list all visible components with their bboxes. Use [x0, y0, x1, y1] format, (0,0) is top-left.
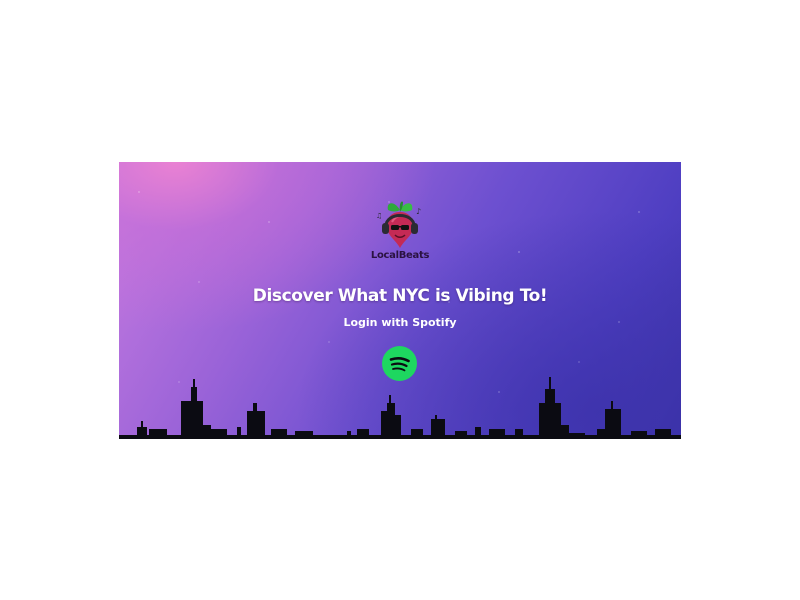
page-headline: Discover What NYC is Vibing To!: [252, 286, 548, 306]
hero-banner: ♪ ♫ LocalBeats Discover What NYC is Vibi…: [119, 162, 681, 439]
svg-text:♫: ♫: [376, 212, 382, 220]
city-skyline: [119, 377, 681, 439]
svg-text:♪: ♪: [416, 207, 421, 216]
brand-name: LocalBeats: [370, 250, 430, 261]
login-with-spotify-link[interactable]: Login with Spotify: [119, 316, 681, 329]
